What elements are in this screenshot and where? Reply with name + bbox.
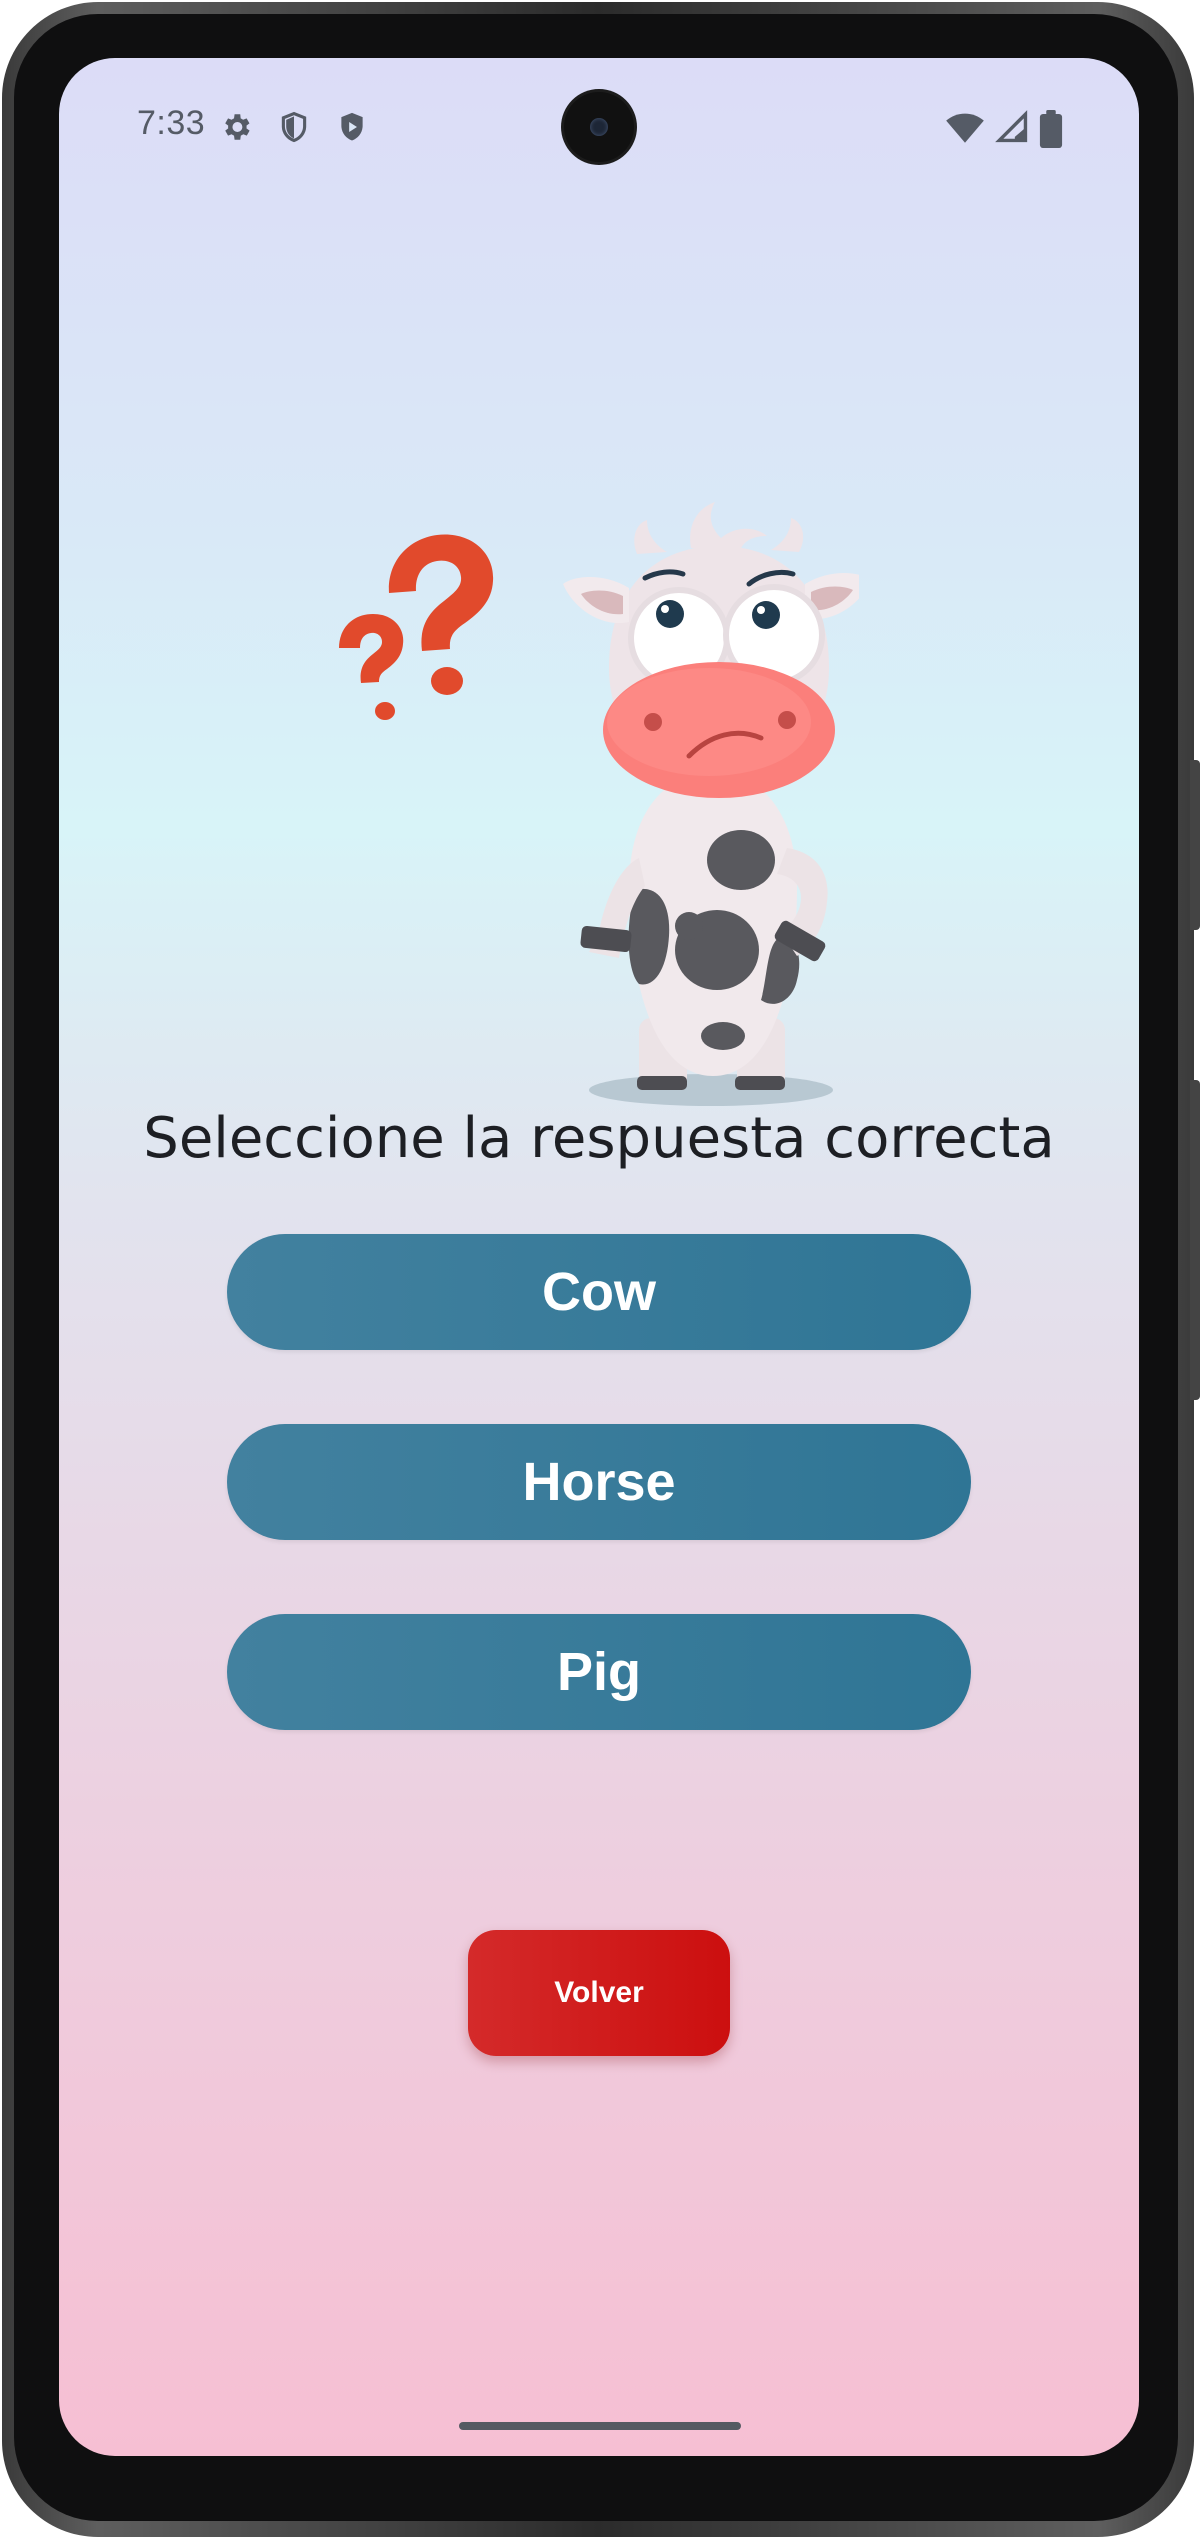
answer-button-pig[interactable]: Pig	[227, 1614, 971, 1730]
battery-icon	[1039, 110, 1063, 148]
answer-button-cow[interactable]: Cow	[227, 1234, 971, 1350]
answer-button-horse[interactable]: Horse	[227, 1424, 971, 1540]
back-button[interactable]: Volver	[468, 1930, 730, 2056]
app-screen: 7:33 Seleccione la respuesta correcta Co…	[59, 58, 1139, 2456]
shield-outline-icon	[281, 111, 307, 143]
wifi-icon	[946, 113, 984, 143]
status-time: 7:33	[137, 104, 206, 142]
cellular-signal-icon	[995, 110, 1028, 143]
gear-icon	[225, 114, 250, 140]
status-bar: 7:33	[59, 58, 1139, 188]
question-mark-icon	[339, 534, 494, 720]
phone-device: 7:33 Seleccione la respuesta correcta Co…	[0, 0, 1200, 2541]
question-prompt: Seleccione la respuesta correcta	[143, 1106, 1055, 1171]
camera-lens	[590, 118, 608, 136]
power-button	[1190, 760, 1200, 930]
front-camera	[564, 92, 634, 162]
confused-cow-illustration	[339, 502, 859, 1106]
shield-play-icon	[341, 112, 363, 141]
volume-rocker	[1190, 1080, 1200, 1400]
home-indicator[interactable]	[459, 2422, 741, 2430]
